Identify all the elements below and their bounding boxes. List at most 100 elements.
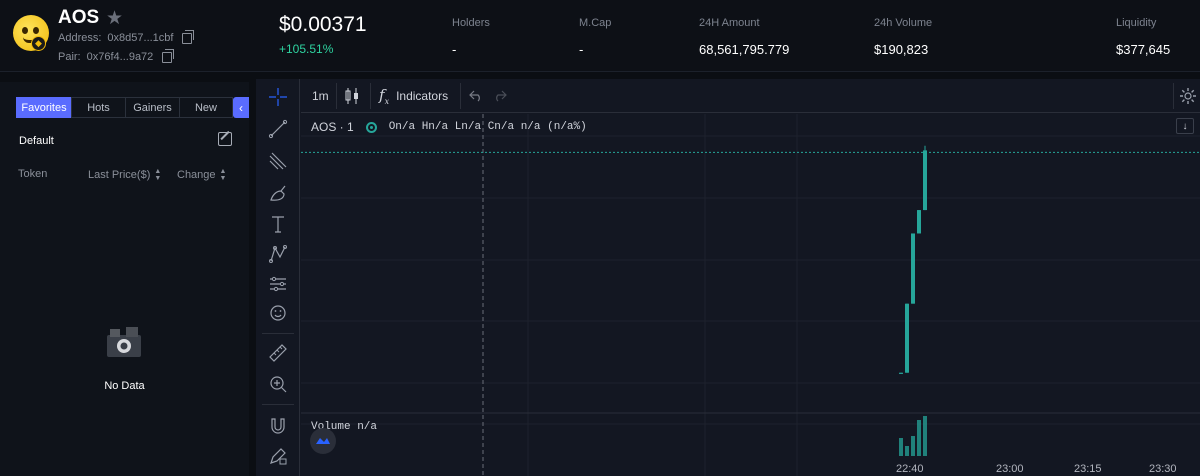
stat-value: - xyxy=(452,42,457,57)
volume-bar xyxy=(917,420,921,456)
token-name: AOS xyxy=(58,7,100,28)
chart-grid xyxy=(301,114,1200,476)
sort-icon[interactable]: ▲ ▼ xyxy=(154,168,161,182)
price-chart[interactable] xyxy=(301,114,1200,476)
undo-icon xyxy=(469,90,480,102)
pencil-lock-icon xyxy=(270,448,287,465)
time-axis-label: 22:40 xyxy=(896,463,924,475)
chart-panel: 1m fx Indicators AOS · 1 On/a Hn/a Ln/a … xyxy=(256,79,1200,476)
copy-address-icon[interactable] xyxy=(182,29,195,44)
stat-label: M.Cap xyxy=(579,17,612,29)
prediction-tool[interactable] xyxy=(264,271,292,297)
column-token: Token xyxy=(18,168,47,180)
candle-body xyxy=(905,303,909,373)
crosshair-icon xyxy=(269,88,287,106)
volume-bar xyxy=(923,416,927,456)
stat-liquidity: Liquidity $377,645 xyxy=(1116,17,1170,57)
candle-body xyxy=(917,210,921,234)
favorite-star-icon[interactable]: ★ xyxy=(106,7,123,30)
watchlist-tabs: Favorites Hots Gainers New xyxy=(16,97,233,118)
crosshair-tool[interactable] xyxy=(264,84,292,110)
interval-button[interactable]: 1m xyxy=(312,79,329,113)
column-change[interactable]: Change ▲ ▼ xyxy=(177,168,226,182)
stat-label: Liquidity xyxy=(1116,17,1157,29)
measure-tool[interactable] xyxy=(264,340,292,366)
emoji-tool[interactable] xyxy=(264,300,292,326)
trendline-icon xyxy=(268,119,288,139)
fib-tool[interactable] xyxy=(264,148,292,174)
volume-bar xyxy=(899,438,903,456)
ruler-icon xyxy=(269,344,287,362)
time-axis-label: 23:15 xyxy=(1074,463,1102,475)
tab-gainers[interactable]: Gainers xyxy=(125,97,180,118)
candle-body xyxy=(899,372,903,374)
text-icon xyxy=(272,216,284,233)
watchlist-panel: Favorites Hots Gainers New ‹ Default Tok… xyxy=(0,82,249,476)
tab-favorites[interactable]: Favorites xyxy=(16,97,72,118)
column-label: Change xyxy=(177,169,216,181)
candle-body xyxy=(923,150,927,211)
stat-label: 24H Amount xyxy=(699,17,760,29)
address-row: Address: 0x8d57...1cbf xyxy=(58,29,195,44)
pair-row: Pair: 0x76f4...9a72 xyxy=(58,48,175,63)
magnet-tool[interactable] xyxy=(264,413,292,439)
column-label: Last Price($) xyxy=(88,169,151,181)
candle-body xyxy=(911,233,915,304)
time-axis-label: 23:00 xyxy=(996,463,1024,475)
scroll-down-button[interactable]: ↓ xyxy=(1176,118,1194,134)
stat-holders: Holders - xyxy=(452,17,490,57)
stat-24h-amount: 24H Amount 68,561,795.779 xyxy=(699,17,789,57)
column-last-price[interactable]: Last Price($) ▲ ▼ xyxy=(88,168,161,182)
stat-value: 68,561,795.779 xyxy=(699,42,790,57)
address-value: 0x8d57...1cbf xyxy=(107,32,174,44)
chart-type-button[interactable] xyxy=(344,79,360,113)
text-tool[interactable] xyxy=(264,211,292,237)
undo-button[interactable] xyxy=(469,79,483,113)
stat-value: $377,645 xyxy=(1116,42,1171,57)
prediction-icon xyxy=(270,276,286,292)
gear-icon[interactable] xyxy=(1178,86,1198,106)
brush-icon xyxy=(270,185,286,201)
volume-bar xyxy=(905,446,909,456)
collapse-panel-button[interactable]: ‹ xyxy=(233,97,249,118)
drawing-toolbar xyxy=(256,79,300,476)
current-price: $0.00371 xyxy=(279,13,367,36)
stat-24h-volume: 24h Volume $190,823 xyxy=(874,17,932,57)
stat-label: 24h Volume xyxy=(874,17,933,29)
group-label: Default xyxy=(19,135,54,147)
volume-group xyxy=(899,416,927,456)
edit-icon[interactable] xyxy=(218,132,232,146)
redo-button[interactable] xyxy=(493,79,507,113)
stat-value: - xyxy=(579,42,584,57)
token-header: ◆ AOS ★ Address: 0x8d57...1cbf Pair: 0x7… xyxy=(0,0,1200,72)
ohlc-values: On/a Hn/a Ln/a Cn/a n/a (n/a%) xyxy=(388,121,587,133)
pair-label: Pair: xyxy=(58,51,81,63)
fx-icon: fx xyxy=(379,86,390,106)
smiley-icon xyxy=(270,305,286,321)
stat-value: $190,823 xyxy=(874,42,929,57)
tab-new[interactable]: New xyxy=(179,97,233,118)
empty-state-text: No Data xyxy=(104,380,145,392)
sort-icon[interactable]: ▲ ▼ xyxy=(220,168,227,182)
zoom-in-icon xyxy=(270,376,287,393)
indicators-button[interactable]: fx Indicators xyxy=(379,79,448,113)
brush-tool[interactable] xyxy=(264,180,292,206)
redo-icon xyxy=(496,90,507,102)
trendline-tool[interactable] xyxy=(264,116,292,142)
stat-label: Holders xyxy=(452,17,490,29)
price-change: +105.51% xyxy=(279,42,334,56)
empty-box-icon xyxy=(107,327,141,357)
pattern-tool[interactable] xyxy=(264,241,292,267)
chart-legend: AOS · 1 On/a Hn/a Ln/a Cn/a n/a (n/a%) xyxy=(311,120,587,134)
tradingview-logo-icon[interactable] xyxy=(310,428,336,454)
time-axis-label: 23:30 xyxy=(1149,463,1177,475)
lock-draw-tool[interactable] xyxy=(264,443,292,469)
tab-hots[interactable]: Hots xyxy=(71,97,126,118)
magnet-icon xyxy=(271,418,285,434)
volume-bar xyxy=(911,436,915,456)
copy-pair-icon[interactable] xyxy=(162,48,175,63)
indicators-label: Indicators xyxy=(396,89,449,103)
zoom-tool[interactable] xyxy=(264,371,292,397)
candles-icon xyxy=(345,88,358,104)
fib-icon xyxy=(269,152,287,170)
